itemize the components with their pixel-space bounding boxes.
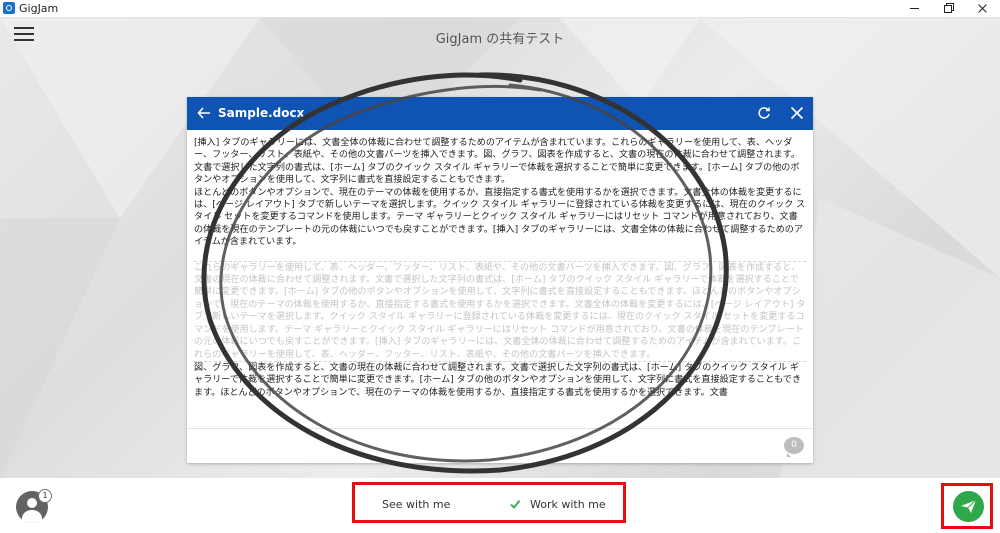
- collaboration-mode-selector: See with me Work with me: [352, 482, 626, 523]
- minimize-button[interactable]: [897, 0, 931, 17]
- comment-icon[interactable]: 0: [784, 437, 804, 457]
- window-close-button[interactable]: [965, 0, 999, 17]
- app-name: GigJam: [19, 2, 59, 15]
- check-icon: [510, 499, 520, 509]
- arrow-left-icon[interactable]: [197, 106, 211, 120]
- document-title: Sample.docx: [218, 106, 305, 120]
- window-titlebar: GigJam: [0, 0, 1000, 18]
- document-paragraph: [挿入] タブのギャラリーには、文書全体の体裁に合わせて調整するためのアイテムが…: [194, 138, 800, 186]
- comment-count: 0: [791, 440, 797, 450]
- send-icon: [961, 499, 977, 513]
- shared-document-card: Sample.docx [挿入] タブのギャラリーには、文書全体の体裁に合わせて…: [187, 97, 813, 463]
- app-logo-icon: [3, 2, 15, 14]
- document-body[interactable]: [挿入] タブのギャラリーには、文書全体の体裁に合わせて調整するためのアイテムが…: [194, 137, 806, 427]
- restore-button[interactable]: [931, 0, 965, 17]
- page-title: GigJam の共有テスト: [435, 32, 565, 47]
- send-button[interactable]: [953, 491, 984, 522]
- document-footer-divider: [187, 428, 813, 429]
- document-paragraph-faded: これらのギャラリーを使用して、表、ヘッダー、フッター、リスト、表紙や、その他の文…: [194, 260, 806, 362]
- see-with-me-option[interactable]: See with me: [382, 498, 450, 511]
- participant-count-badge: 1: [38, 489, 52, 503]
- work-with-me-option[interactable]: Work with me: [530, 498, 606, 511]
- refresh-icon[interactable]: [757, 106, 771, 120]
- close-icon[interactable]: [790, 106, 804, 120]
- document-paragraph: ほとんどのボタンやオプションで、現在のテーマの体裁を使用するか、直接指定する書式…: [194, 187, 806, 248]
- document-header: Sample.docx: [187, 97, 813, 130]
- document-paragraph: 図、グラフ、図表を作成すると、文書の現在の体裁に合わせて調整されます。文書で選択…: [194, 362, 802, 398]
